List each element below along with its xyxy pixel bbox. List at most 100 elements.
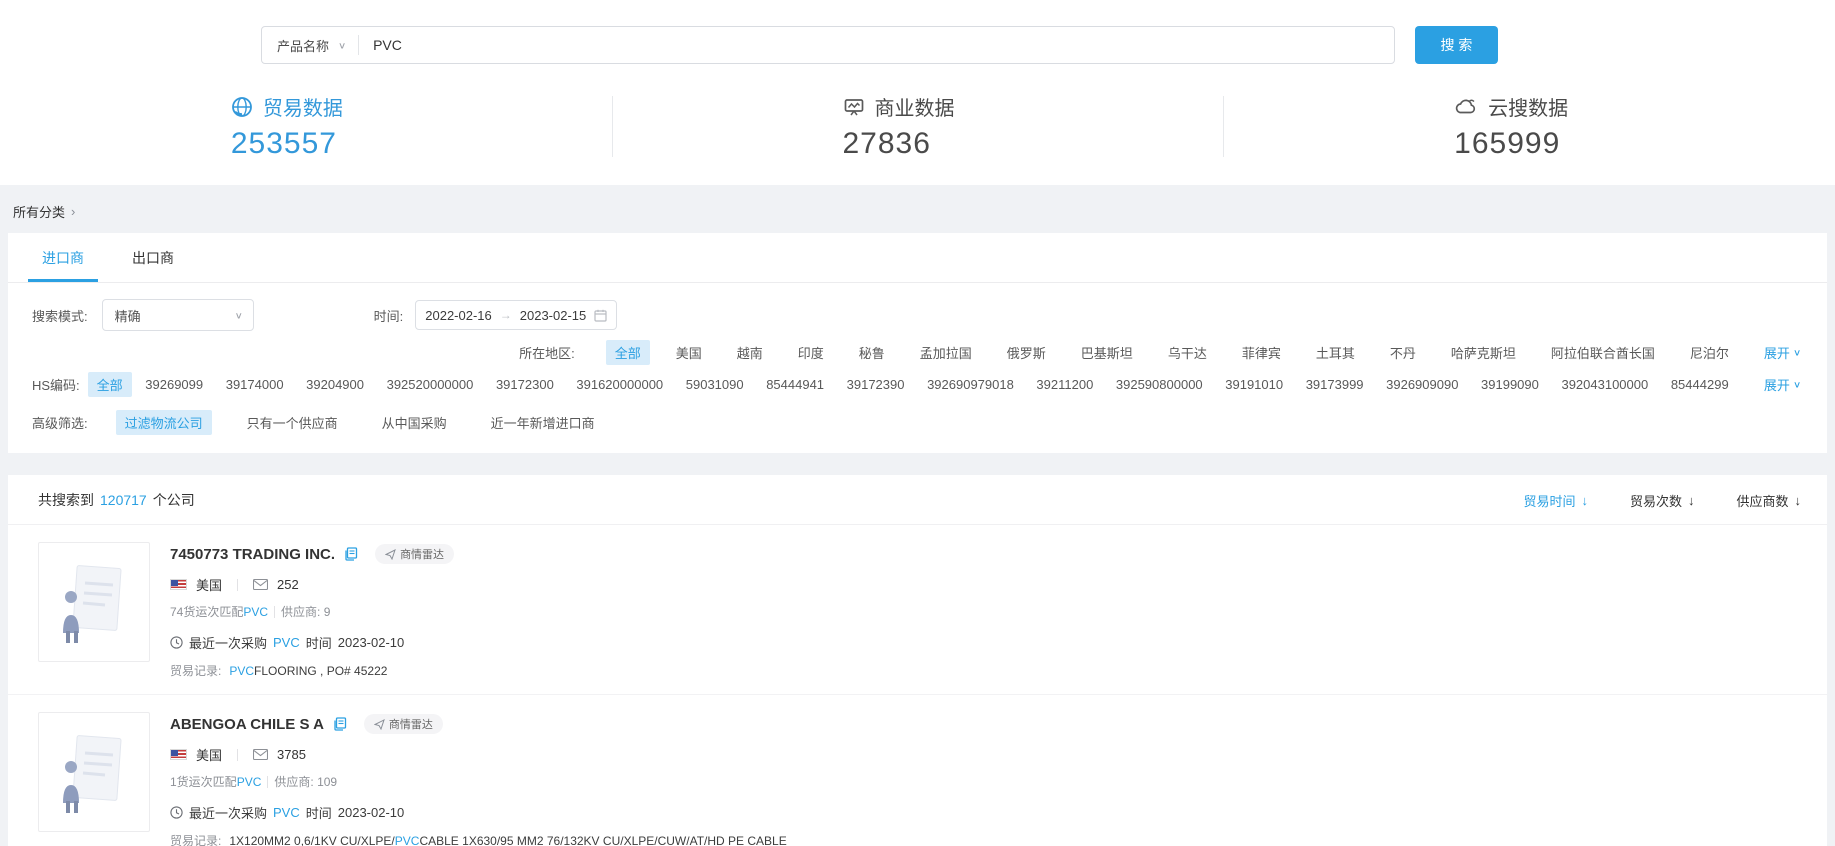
record-keyword[interactable]: PVC <box>229 664 254 678</box>
date-arrow-icon: → <box>500 308 512 322</box>
hs-chip[interactable]: 39174000 <box>217 374 293 395</box>
supplier-count: 109 <box>317 775 337 789</box>
date-start: 2022-02-16 <box>425 308 492 323</box>
search-input[interactable] <box>359 37 1394 53</box>
arrow-down-icon: ↓ <box>1688 493 1695 508</box>
hs-chip[interactable]: 85444299 <box>1662 374 1738 395</box>
breadcrumb[interactable]: 所有分类 › <box>0 185 1835 233</box>
hs-chip[interactable]: 全部 <box>88 372 132 397</box>
hs-expand-link[interactable]: 展开 ∨ <box>1764 375 1801 394</box>
document-icon[interactable] <box>333 717 347 731</box>
stat-trade-data[interactable]: 贸易数据 253557 <box>0 92 612 161</box>
recent-date: 2023-02-10 <box>338 805 405 820</box>
region-chip[interactable]: 不丹 <box>1381 340 1425 365</box>
mail-count: 3785 <box>277 747 306 762</box>
region-chip[interactable]: 乌干达 <box>1159 340 1216 365</box>
hs-chip[interactable]: 85444941 <box>757 374 833 395</box>
region-chip[interactable]: 土耳其 <box>1307 340 1364 365</box>
company-name[interactable]: 7450773 TRADING INC. <box>170 546 335 563</box>
stat-cloud-data[interactable]: 云搜数据 165999 <box>1223 92 1835 161</box>
date-range-picker[interactable]: 2022-02-16 → 2023-02-15 <box>415 300 617 330</box>
company-name[interactable]: ABENGOA CHILE S A <box>170 716 324 733</box>
hs-chip[interactable]: 39191010 <box>1216 374 1292 395</box>
record-keyword[interactable]: PVC <box>395 834 420 846</box>
region-label: 所在地区: <box>519 343 575 362</box>
stat-label: 贸易数据 <box>263 92 343 121</box>
company-card: ABENGOA CHILE S A 商情雷达 美国 3785 <box>8 695 1827 846</box>
document-icon[interactable] <box>344 547 358 561</box>
stat-label: 商业数据 <box>875 92 955 121</box>
clock-icon <box>170 636 183 649</box>
region-chip[interactable]: 俄罗斯 <box>998 340 1055 365</box>
region-chip[interactable]: 哈萨克斯坦 <box>1442 340 1525 365</box>
tab-exporter[interactable]: 出口商 <box>132 233 174 282</box>
match-keyword[interactable]: PVC <box>243 605 268 619</box>
sort-trade-count[interactable]: 贸易次数 ↓ <box>1630 491 1695 510</box>
hs-chip[interactable]: 392520000000 <box>378 374 483 395</box>
results-prefix: 共搜索到 <box>38 490 94 510</box>
region-chip[interactable]: 孟加拉国 <box>911 340 981 365</box>
stats-row: 贸易数据 253557 商业数据 27836 <box>0 92 1835 161</box>
hs-chip[interactable]: 39172300 <box>487 374 563 395</box>
region-chip[interactable]: 秘鲁 <box>850 340 894 365</box>
sort-trade-time[interactable]: 贸易时间 ↓ <box>1523 491 1588 510</box>
region-chip[interactable]: 美国 <box>667 340 711 365</box>
match-keyword[interactable]: PVC <box>237 775 262 789</box>
search-mode-select[interactable]: 精确 ∨ <box>102 299 254 331</box>
recent-prefix: 最近一次采购 <box>189 633 267 652</box>
recent-keyword[interactable]: PVC <box>273 635 300 650</box>
match-prefix: 74货运次匹配 <box>170 603 243 620</box>
record-post: CABLE 1X630/95 MM2 76/132KV CU/XLPE/CUW/… <box>419 834 786 846</box>
arrow-down-icon: ↓ <box>1581 493 1588 508</box>
region-chip[interactable]: 菲律宾 <box>1233 340 1290 365</box>
breadcrumb-arrow-icon: › <box>71 204 75 219</box>
record-label: 贸易记录: <box>170 662 221 679</box>
region-chip[interactable]: 全部 <box>606 340 650 365</box>
results-header: 共搜索到 120717 个公司 贸易时间 ↓ 贸易次数 ↓ 供应商数 ↓ <box>8 475 1827 525</box>
recent-keyword[interactable]: PVC <box>273 805 300 820</box>
hs-chip[interactable]: 392043100000 <box>1552 374 1657 395</box>
region-expand-link[interactable]: 展开 ∨ <box>1764 343 1801 362</box>
region-chip[interactable]: 尼泊尔 <box>1681 340 1738 365</box>
business-radar-badge[interactable]: 商情雷达 <box>364 714 443 734</box>
stat-value: 27836 <box>843 127 993 161</box>
business-radar-badge[interactable]: 商情雷达 <box>375 544 454 564</box>
region-chip[interactable]: 越南 <box>728 340 772 365</box>
advanced-chip[interactable]: 过滤物流公司 <box>116 410 212 435</box>
recent-prefix: 最近一次采购 <box>189 803 267 822</box>
company-card: 7450773 TRADING INC. 商情雷达 美国 25 <box>8 525 1827 695</box>
hs-chip[interactable]: 39204900 <box>297 374 373 395</box>
results-panel: 共搜索到 120717 个公司 贸易时间 ↓ 贸易次数 ↓ 供应商数 ↓ 745… <box>8 475 1827 846</box>
sort-supplier-count[interactable]: 供应商数 ↓ <box>1736 491 1801 510</box>
tab-importer[interactable]: 进口商 <box>42 233 84 282</box>
advanced-chip[interactable]: 只有一个供应商 <box>238 410 347 435</box>
region-chip[interactable]: 阿拉伯联合酋长国 <box>1542 340 1664 365</box>
hs-chip[interactable]: 391620000000 <box>567 374 672 395</box>
chevron-down-icon: ∨ <box>338 40 346 50</box>
hs-chip[interactable]: 392690979018 <box>918 374 1023 395</box>
search-mode-value: 精确 <box>115 306 141 325</box>
record-pre: 1X120MM2 0,6/1KV CU/XLPE/ <box>229 834 394 846</box>
region-filter-row: 所在地区: 全部 美国 越南 印度 秘鲁 孟加拉国 俄罗斯 巴基斯坦 乌干达 菲… <box>32 340 1801 365</box>
hs-chip[interactable]: 39269099 <box>136 374 212 395</box>
hs-chip[interactable]: 39173999 <box>1297 374 1373 395</box>
results-suffix: 个公司 <box>153 490 195 510</box>
mail-icon <box>253 749 268 760</box>
arrow-down-icon: ↓ <box>1795 493 1802 508</box>
advanced-chip[interactable]: 近一年新增进口商 <box>482 410 604 435</box>
hs-chip[interactable]: 39172390 <box>838 374 914 395</box>
date-end: 2023-02-15 <box>520 308 587 323</box>
recent-mid: 时间 <box>306 803 332 822</box>
region-chip[interactable]: 巴基斯坦 <box>1072 340 1142 365</box>
hs-chip[interactable]: 392590800000 <box>1107 374 1212 395</box>
company-country: 美国 <box>196 745 222 764</box>
advanced-chip[interactable]: 从中国采购 <box>373 410 456 435</box>
search-category-select[interactable]: 产品名称 ∨ <box>262 36 358 55</box>
hs-chip[interactable]: 39199090 <box>1472 374 1548 395</box>
search-button[interactable]: 搜 索 <box>1415 26 1498 64</box>
hs-chip[interactable]: 3926909090 <box>1377 374 1467 395</box>
hs-chip[interactable]: 59031090 <box>677 374 753 395</box>
hs-chip[interactable]: 39211200 <box>1027 374 1102 395</box>
stat-business-data[interactable]: 商业数据 27836 <box>612 92 1224 161</box>
region-chip[interactable]: 印度 <box>789 340 833 365</box>
